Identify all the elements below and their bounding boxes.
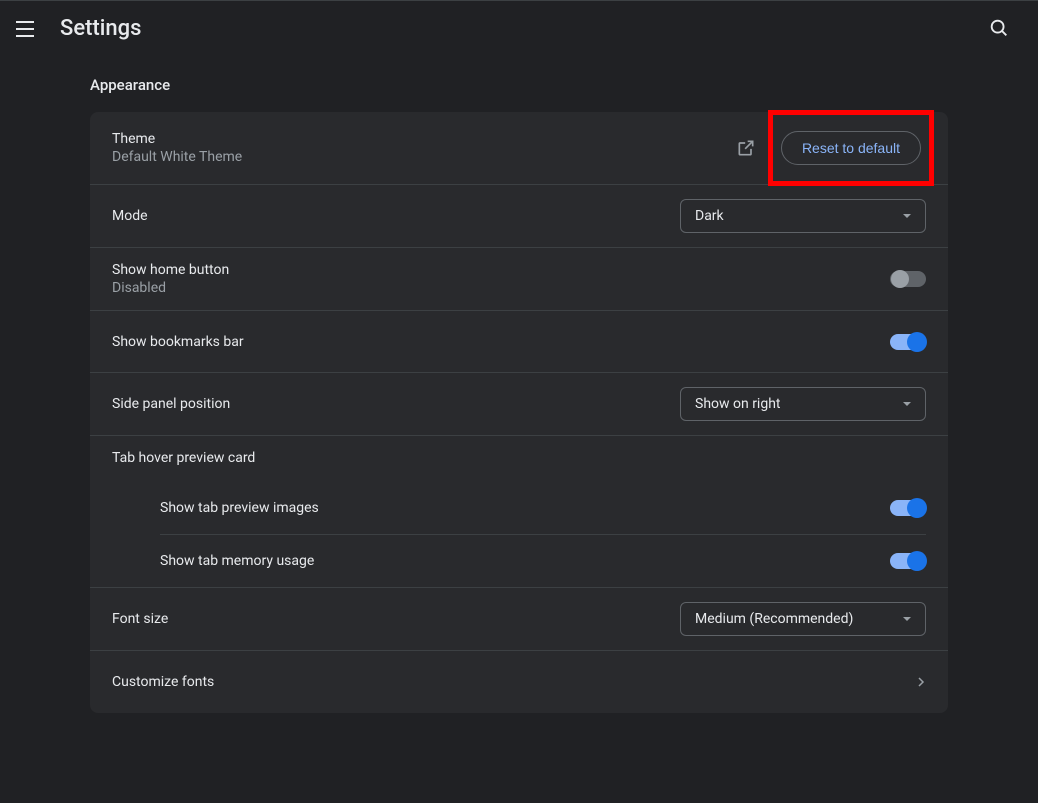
settings-content: Appearance Theme Default White Theme Res… <box>0 56 1038 713</box>
reset-button-highlight: Reset to default <box>768 110 934 186</box>
page-title: Settings <box>60 16 988 41</box>
tab-preview-images-row: Show tab preview images <box>160 482 926 535</box>
mode-label: Mode <box>112 208 680 224</box>
theme-value: Default White Theme <box>112 149 736 165</box>
font-size-dropdown[interactable]: Medium (Recommended) <box>680 602 926 636</box>
font-size-dropdown-value: Medium (Recommended) <box>695 611 853 627</box>
theme-row: Theme Default White Theme Reset to defau… <box>90 112 948 185</box>
appearance-card: Theme Default White Theme Reset to defau… <box>90 112 948 713</box>
theme-label: Theme <box>112 131 736 147</box>
chevron-right-icon <box>916 677 926 687</box>
tab-hover-section: Tab hover preview card Show tab preview … <box>90 436 948 588</box>
customize-fonts-label: Customize fonts <box>112 674 916 690</box>
bookmarks-bar-row: Show bookmarks bar <box>90 311 948 373</box>
mode-row: Mode Dark <box>90 185 948 248</box>
font-size-row: Font size Medium (Recommended) <box>90 588 948 651</box>
tab-preview-images-toggle[interactable] <box>890 500 926 516</box>
bookmarks-bar-label: Show bookmarks bar <box>112 334 890 350</box>
open-external-icon[interactable] <box>736 138 756 158</box>
search-icon[interactable] <box>988 17 1012 41</box>
menu-icon[interactable] <box>16 17 40 41</box>
tab-preview-images-label: Show tab preview images <box>160 500 890 516</box>
mode-dropdown-value: Dark <box>695 208 724 224</box>
home-button-status: Disabled <box>112 280 890 296</box>
font-size-label: Font size <box>112 611 680 627</box>
tab-memory-usage-toggle[interactable] <box>890 553 926 569</box>
tab-memory-usage-row: Show tab memory usage <box>160 535 926 587</box>
side-panel-dropdown[interactable]: Show on right <box>680 387 926 421</box>
chevron-down-icon <box>903 214 911 218</box>
tab-hover-label: Tab hover preview card <box>112 450 926 482</box>
mode-dropdown[interactable]: Dark <box>680 199 926 233</box>
tab-memory-usage-label: Show tab memory usage <box>160 553 890 569</box>
side-panel-label: Side panel position <box>112 396 680 412</box>
section-title: Appearance <box>90 76 948 94</box>
home-button-toggle[interactable] <box>890 271 926 287</box>
chevron-down-icon <box>903 617 911 621</box>
home-button-row: Show home button Disabled <box>90 248 948 311</box>
customize-fonts-row[interactable]: Customize fonts <box>90 651 948 713</box>
reset-to-default-button[interactable]: Reset to default <box>781 131 921 165</box>
side-panel-row: Side panel position Show on right <box>90 373 948 436</box>
app-header: Settings <box>0 0 1038 56</box>
home-button-label: Show home button <box>112 262 890 278</box>
bookmarks-bar-toggle[interactable] <box>890 334 926 350</box>
chevron-down-icon <box>903 402 911 406</box>
side-panel-dropdown-value: Show on right <box>695 396 781 412</box>
